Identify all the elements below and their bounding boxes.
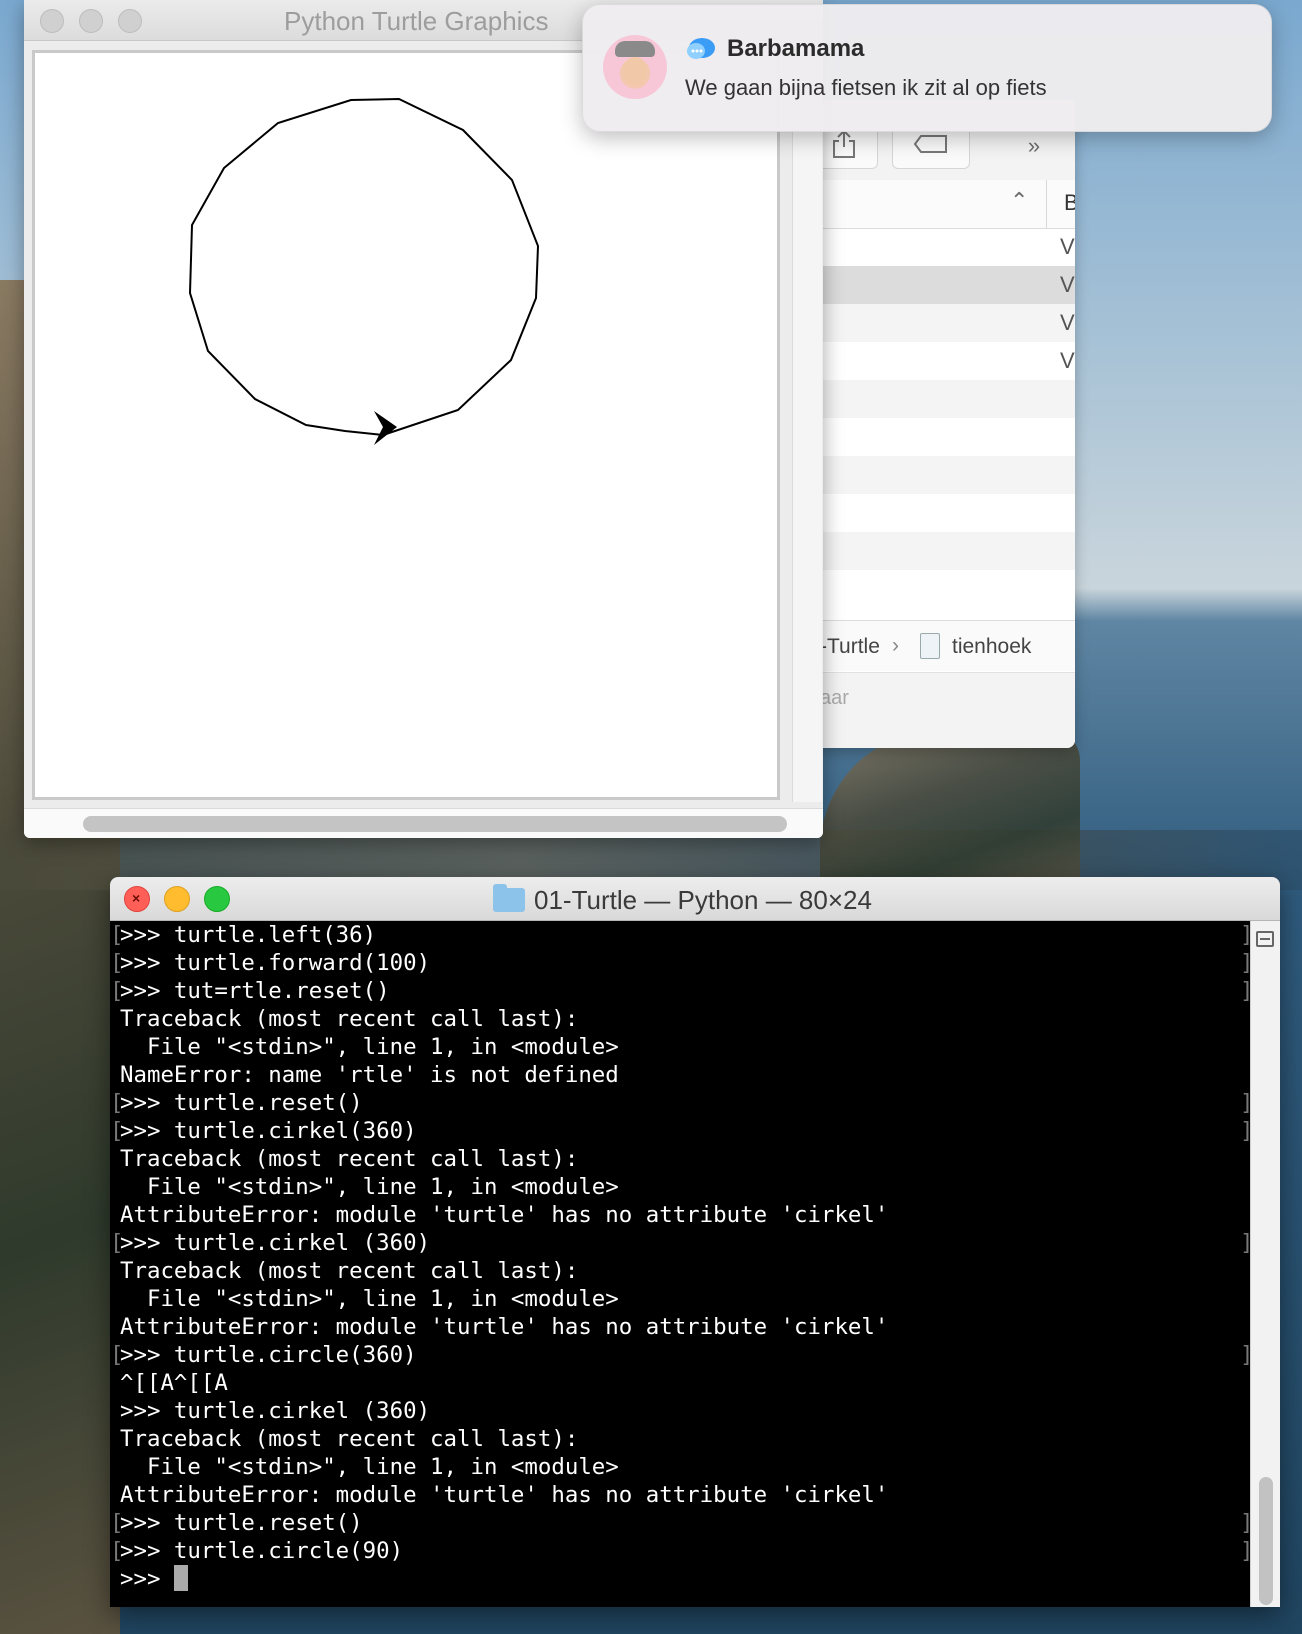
close-button[interactable]: × — [124, 886, 150, 912]
document-icon — [920, 633, 940, 659]
window-title: Python Turtle Graphics — [284, 6, 549, 36]
terminal-line: AttributeError: module 'turtle' has no a… — [120, 1202, 889, 1228]
message-notification[interactable]: Barbamama We gaan bijna fietsen ik zit a… — [582, 4, 1272, 132]
terminal-line: Traceback (most recent call last): — [120, 1426, 579, 1452]
turtle-drawing — [188, 97, 540, 445]
terminal-line: AttributeError: module 'turtle' has no a… — [120, 1314, 889, 1340]
turtle-canvas[interactable] — [32, 50, 780, 800]
column-divider[interactable] — [1046, 180, 1047, 228]
file-row-label: V — [1060, 272, 1075, 297]
avatar-face — [623, 57, 647, 85]
sort-ascending-icon[interactable]: ⌃ — [1010, 188, 1028, 214]
terminal-prompt-line[interactable]: >>> — [110, 1565, 1250, 1593]
terminal-line: [>>> turtle.left(36)] — [110, 922, 1254, 948]
terminal-output[interactable]: [>>> turtle.left(36)] [>>> turtle.forwar… — [110, 921, 1254, 1607]
messages-icon — [686, 37, 716, 63]
terminal-line: >>> turtle.cirkel (360) — [120, 1398, 431, 1424]
terminal-line: [>>> turtle.cirkel (360)] — [110, 1230, 1254, 1256]
terminal-line: [>>> turtle.forward(100)] — [110, 950, 1254, 976]
zoom-button[interactable] — [204, 886, 230, 912]
turtle-circle-path — [188, 97, 540, 437]
close-button[interactable] — [40, 9, 64, 33]
notification-sender: Barbamama — [727, 35, 865, 62]
terminal-title: 01-Turtle — Python — 80×24 — [534, 885, 872, 915]
avatar-hat — [615, 41, 655, 57]
notification-message: We gaan bijna fietsen ik zit al op fiets — [685, 75, 1047, 100]
terminal-line: [>>> turtle.cirkel(360)] — [110, 1118, 1254, 1144]
minimize-button[interactable] — [79, 9, 103, 33]
path-folder[interactable]: -Turtle — [820, 635, 880, 659]
terminal-line: Traceback (most recent call last): — [120, 1006, 579, 1032]
terminal-scrollbar[interactable] — [1250, 921, 1280, 1607]
terminal-line: ^[[A^[[A — [120, 1370, 228, 1396]
share-icon — [831, 129, 857, 165]
terminal-scroll-thumb[interactable] — [1259, 1477, 1273, 1605]
path-file[interactable]: tienhoek — [952, 635, 1031, 659]
close-icon: × — [132, 890, 141, 906]
terminal-line: [>>> turtle.circle(360)] — [110, 1342, 1254, 1368]
turtle-arrow-icon — [374, 411, 397, 445]
file-row-label: V — [1060, 310, 1075, 335]
terminal-titlebar[interactable]: × 01-Turtle — Python — 80×24 — [110, 877, 1280, 921]
terminal-line: [>>> turtle.circle(90)] — [110, 1538, 1254, 1564]
terminal-line: [>>> turtle.reset()] — [110, 1090, 1254, 1116]
path-separator: › — [892, 634, 899, 657]
folder-icon — [493, 884, 525, 912]
terminal-line: Traceback (most recent call last): — [120, 1258, 579, 1284]
terminal-line: [>>> tut=rtle.reset()] — [110, 978, 1254, 1004]
avatar — [603, 35, 667, 99]
tag-icon — [913, 134, 949, 160]
terminal-line: NameError: name 'rtle' is not defined — [120, 1062, 619, 1088]
terminal-line: File "<stdin>", line 1, in <module> — [120, 1034, 619, 1060]
horizontal-scrollbar[interactable] — [24, 808, 823, 838]
desktop-wallpaper-rocks — [820, 730, 1080, 890]
file-row-label: V — [1060, 234, 1075, 259]
terminal-window[interactable]: × 01-Turtle — Python — 80×24 [>>> turtle… — [110, 877, 1280, 1607]
horizontal-scroll-thumb[interactable] — [83, 816, 787, 832]
status-text: aar — [820, 687, 849, 709]
terminal-line: [>>> turtle.reset()] — [110, 1510, 1254, 1536]
file-row-label: V — [1060, 348, 1075, 373]
text-cursor — [173, 1565, 188, 1591]
chevron-double-right-icon: » — [1027, 133, 1041, 158]
minimize-button[interactable] — [164, 886, 190, 912]
terminal-line: File "<stdin>", line 1, in <module> — [120, 1174, 619, 1200]
column-header-label[interactable]: B — [1064, 190, 1075, 216]
zoom-button[interactable] — [118, 9, 142, 33]
vertical-scrollbar[interactable] — [792, 42, 822, 802]
terminal-line: File "<stdin>", line 1, in <module> — [120, 1286, 619, 1312]
terminal-line: File "<stdin>", line 1, in <module> — [120, 1454, 619, 1480]
terminal-line: AttributeError: module 'turtle' has no a… — [120, 1482, 889, 1508]
split-pane-icon[interactable] — [1256, 931, 1274, 947]
terminal-line: Traceback (most recent call last): — [120, 1146, 579, 1172]
